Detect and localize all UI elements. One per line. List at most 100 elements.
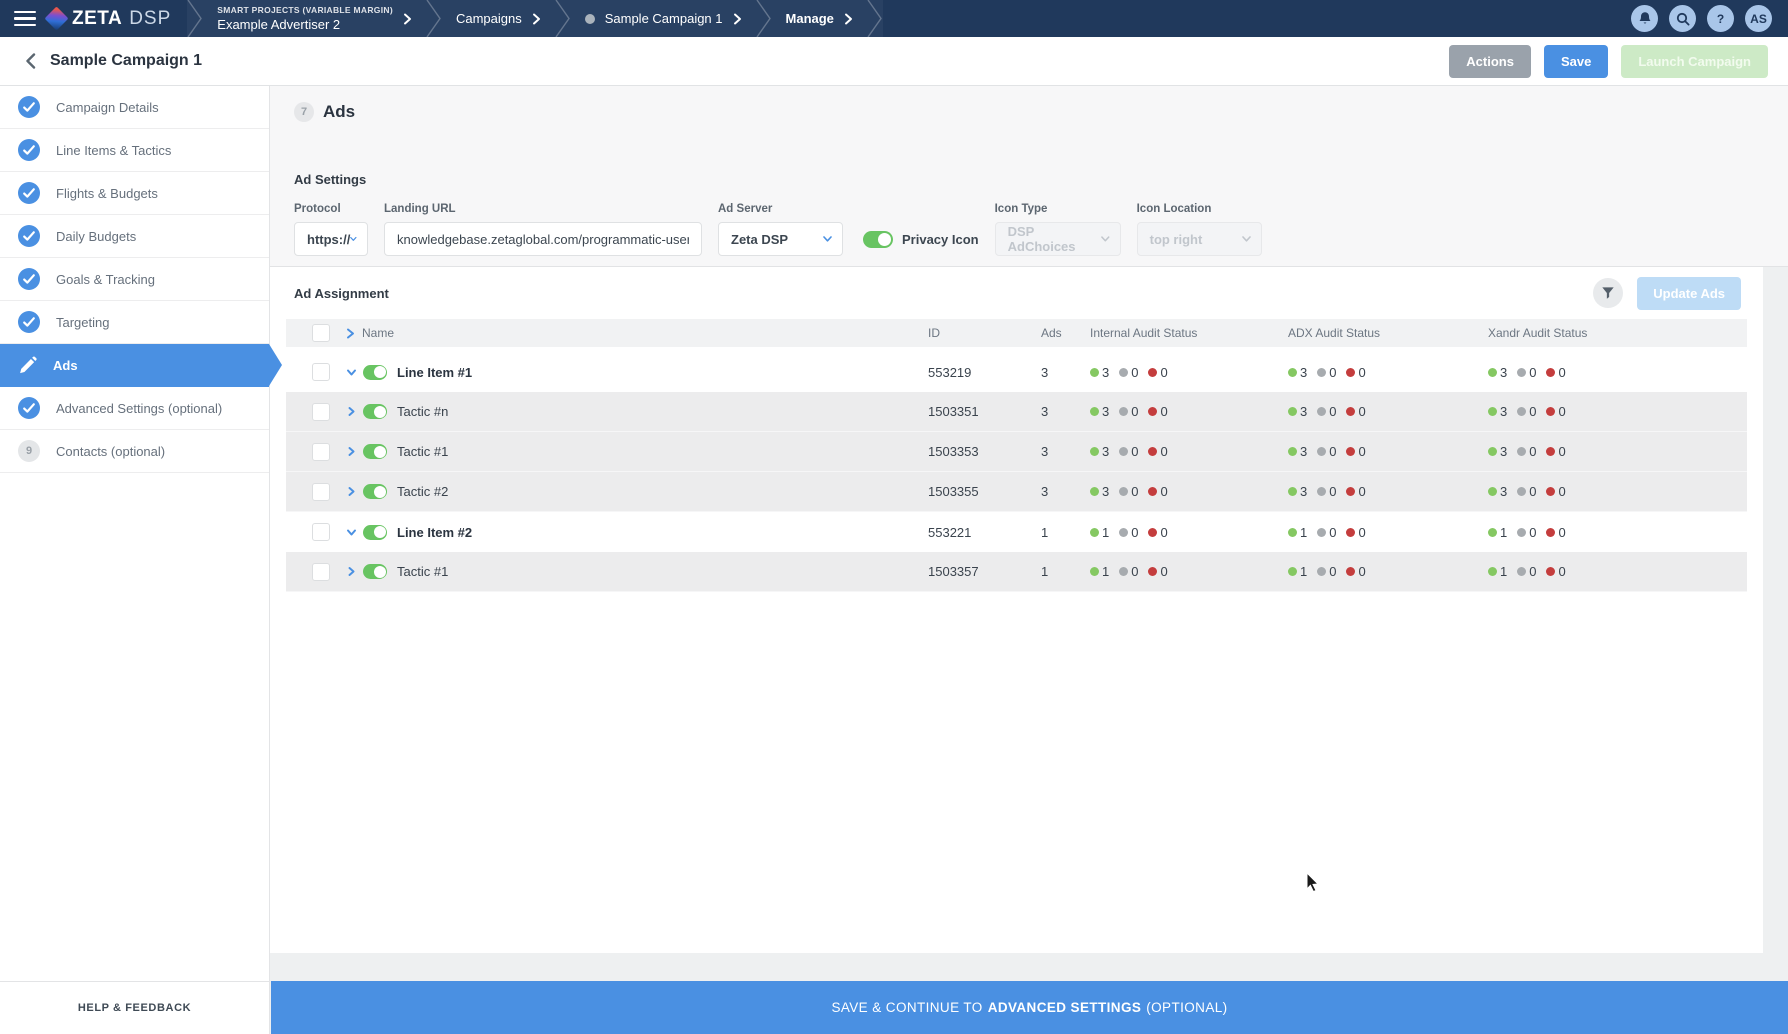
row-checkbox[interactable]: [312, 562, 330, 581]
menu-icon[interactable]: [0, 0, 48, 37]
sidebar-item-daily-budgets[interactable]: Daily Budgets: [0, 215, 269, 258]
status-dot-rejected-icon: [1546, 407, 1556, 416]
status-count: 0: [1558, 564, 1566, 579]
icon-type-label: Icon Type: [994, 203, 1048, 215]
sidebar-item-label: Line Items & Tactics: [56, 142, 172, 158]
chevron-right-icon[interactable]: [346, 446, 357, 457]
row-ads-count: 3: [1041, 484, 1049, 499]
page-header: Sample Campaign 1 Actions Save Launch Ca…: [0, 37, 1788, 86]
back-button[interactable]: [18, 49, 42, 73]
main-content: 7 Ads Ad Settings Protocol https:// Land…: [270, 86, 1788, 1034]
row-checkbox[interactable]: [312, 482, 330, 501]
actions-button[interactable]: Actions: [1449, 44, 1531, 78]
status-dot-approved-icon: [1288, 447, 1297, 456]
filter-button[interactable]: [1593, 278, 1624, 308]
sidebar-item-goals-tracking[interactable]: Goals & Tracking: [0, 258, 269, 301]
breadcrumb-item-sample-campaign-1[interactable]: Sample Campaign 1: [571, 0, 756, 37]
chevron-down-icon[interactable]: [346, 527, 357, 538]
privacy-icon-toggle[interactable]: [863, 230, 893, 248]
status-count: 0: [1131, 524, 1139, 540]
status-count: 0: [1160, 404, 1168, 419]
column-header-internal-audit[interactable]: Internal Audit Status: [1090, 326, 1288, 340]
status-count: 3: [1300, 404, 1308, 419]
column-header-xandr-audit[interactable]: Xandr Audit Status: [1488, 326, 1747, 340]
status-dot-rejected-icon: [1546, 527, 1556, 537]
row-enabled-toggle[interactable]: [363, 364, 387, 380]
internal-audit-status: 3 0 0: [1090, 484, 1168, 499]
status-count: 0: [1329, 444, 1337, 459]
ad-assignment-section: Ad Assignment Update Ads Name ID Ads Int…: [270, 267, 1763, 953]
select-all-checkbox[interactable]: [312, 324, 330, 342]
row-enabled-toggle[interactable]: [363, 564, 387, 579]
chevron-right-icon[interactable]: [346, 328, 355, 339]
sidebar-item-advanced-settings-optional[interactable]: Advanced Settings (optional): [0, 387, 269, 430]
sidebar-item-campaign-details[interactable]: Campaign Details: [0, 86, 269, 129]
status-count: 3: [1102, 404, 1110, 419]
xandr-audit-status: 3 0 0: [1488, 365, 1566, 380]
chevron-right-icon[interactable]: [346, 486, 357, 497]
status-dot-rejected-icon: [1546, 447, 1556, 456]
breadcrumb-item-campaigns[interactable]: Campaigns: [442, 0, 555, 37]
sidebar-item-ads[interactable]: Ads: [0, 344, 282, 387]
status-dot-pending-icon: [1119, 567, 1129, 576]
row-enabled-toggle[interactable]: [363, 404, 387, 419]
chevron-down-icon[interactable]: [346, 367, 357, 378]
step-number-badge: 9: [18, 440, 40, 462]
status-dot-pending-icon: [1517, 527, 1527, 537]
sidebar-item-flights-budgets[interactable]: Flights & Budgets: [0, 172, 269, 215]
user-avatar[interactable]: AS: [1745, 5, 1772, 32]
ad-server-select[interactable]: Zeta DSP: [718, 222, 843, 256]
column-header-name[interactable]: Name: [362, 326, 394, 340]
chevron-right-icon[interactable]: [346, 566, 357, 577]
breadcrumb-item-manage[interactable]: Manage: [772, 0, 867, 37]
notifications-button[interactable]: [1631, 5, 1658, 32]
zeta-dsp-logo[interactable]: ZETA DSP: [44, 0, 187, 37]
status-count: 0: [1358, 564, 1366, 579]
sidebar-item-targeting[interactable]: Targeting: [0, 301, 269, 344]
status-count: 0: [1131, 444, 1139, 459]
launch-campaign-button[interactable]: Launch Campaign: [1621, 44, 1768, 78]
column-header-adx-audit[interactable]: ADX Audit Status: [1288, 326, 1488, 340]
status-dot-rejected-icon: [1546, 367, 1556, 377]
protocol-select[interactable]: https://: [294, 222, 368, 256]
search-button[interactable]: [1669, 5, 1696, 32]
row-name: Tactic #2: [397, 484, 449, 499]
save-continue-bar[interactable]: SAVE & CONTINUE TO ADVANCED SETTINGS (OP…: [271, 981, 1788, 1034]
row-enabled-toggle[interactable]: [363, 524, 387, 540]
row-checkbox[interactable]: [312, 402, 330, 421]
sidebar-item-label: Campaign Details: [56, 99, 159, 115]
internal-audit-status: 3 0 0: [1090, 365, 1168, 380]
chevron-right-icon[interactable]: [346, 406, 357, 417]
update-ads-button[interactable]: Update Ads: [1637, 276, 1741, 310]
help-feedback-link[interactable]: HELP & FEEDBACK: [0, 981, 269, 1034]
save-button[interactable]: Save: [1543, 44, 1609, 78]
status-count: 0: [1160, 524, 1168, 540]
status-dot-rejected-icon: [1546, 567, 1556, 576]
breadcrumb-item-example-advertiser-2[interactable]: SMART PROJECTS (VARIABLE MARGIN) Example …: [203, 0, 426, 37]
status-dot-approved-icon: [1288, 407, 1297, 416]
status-count: 0: [1329, 564, 1337, 579]
status-dot-approved-icon: [1090, 527, 1099, 537]
status-dot-rejected-icon: [1346, 527, 1356, 537]
status-count: 0: [1358, 484, 1366, 499]
column-header-id[interactable]: ID: [928, 326, 1041, 340]
ad-settings-section: 7 Ads Ad Settings Protocol https:// Land…: [270, 86, 1788, 267]
row-checkbox[interactable]: [312, 363, 330, 381]
status-count: 3: [1102, 444, 1110, 459]
sidebar-item-line-items-tactics[interactable]: Line Items & Tactics: [0, 129, 269, 172]
check-circle-icon: [18, 139, 40, 161]
xandr-audit-status: 3 0 0: [1488, 444, 1566, 459]
breadcrumb-separator-icon: [187, 0, 203, 37]
sidebar-item-label: Advanced Settings (optional): [56, 400, 223, 416]
column-header-ads[interactable]: Ads: [1041, 326, 1090, 340]
row-enabled-toggle[interactable]: [363, 484, 387, 499]
landing-url-input[interactable]: [384, 222, 702, 256]
help-button[interactable]: ?: [1707, 5, 1734, 32]
status-dot-approved-icon: [1090, 567, 1099, 576]
row-enabled-toggle[interactable]: [363, 444, 387, 459]
row-checkbox[interactable]: [312, 442, 330, 461]
breadcrumb-label: Manage: [785, 11, 834, 26]
sidebar-item-contacts-optional[interactable]: 9 Contacts (optional): [0, 430, 269, 473]
row-checkbox[interactable]: [312, 523, 330, 541]
internal-audit-status: 1 0 0: [1090, 564, 1168, 579]
